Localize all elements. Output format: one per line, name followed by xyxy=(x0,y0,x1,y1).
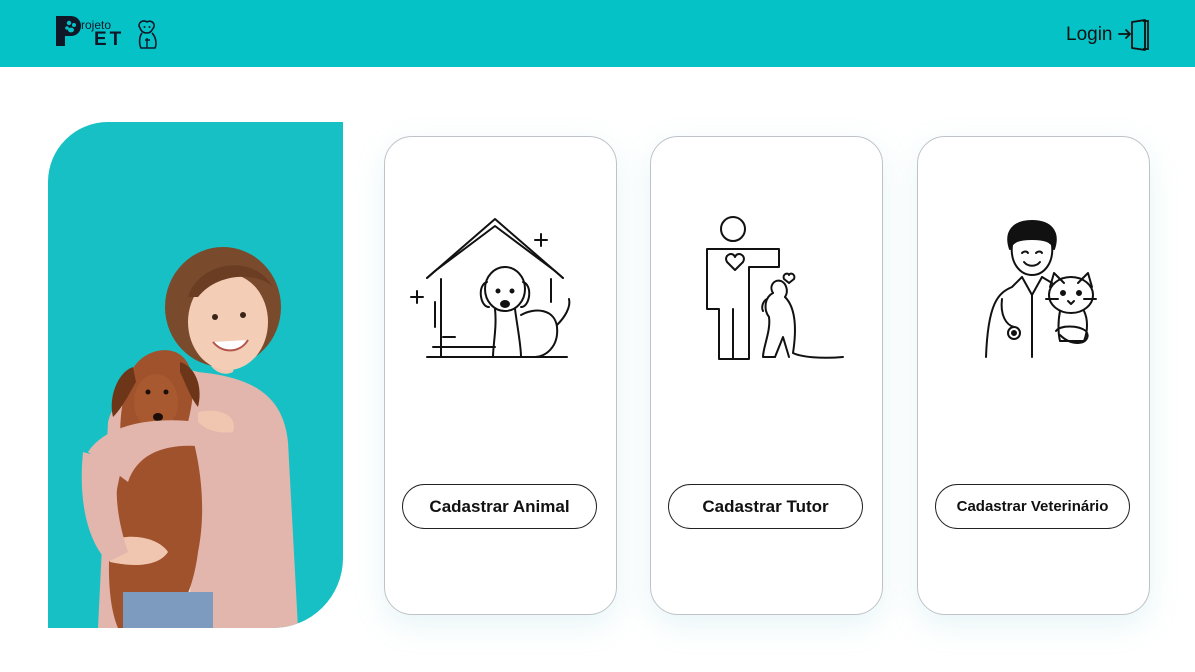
login-door-icon xyxy=(1117,19,1149,51)
login-button[interactable]: Login xyxy=(1066,18,1151,52)
veterinarian-with-cat-icon xyxy=(985,220,1097,358)
woman-with-dog-image xyxy=(81,247,298,628)
login-label: Login xyxy=(1066,24,1113,45)
tutor-with-dog-icon xyxy=(706,216,844,360)
card-cadastrar-tutor: Cadastrar Tutor xyxy=(650,136,883,615)
card-cadastrar-veterinario: Cadastrar Veterinário xyxy=(917,136,1150,615)
logo-text-big: ET xyxy=(94,29,125,50)
cadastrar-veterinario-button[interactable]: Cadastrar Veterinário xyxy=(935,484,1130,529)
cadastrar-animal-button[interactable]: Cadastrar Animal xyxy=(402,484,597,529)
card-cadastrar-animal: Cadastrar Animal xyxy=(384,136,617,615)
hero-panel xyxy=(48,122,343,628)
dog-house-icon xyxy=(410,218,571,358)
top-bar: rojeto ET Login xyxy=(0,0,1195,67)
projeto-pet-logo[interactable]: rojeto ET xyxy=(54,14,164,52)
dog-logo-icon xyxy=(138,20,157,49)
cadastrar-tutor-button[interactable]: Cadastrar Tutor xyxy=(668,484,863,529)
